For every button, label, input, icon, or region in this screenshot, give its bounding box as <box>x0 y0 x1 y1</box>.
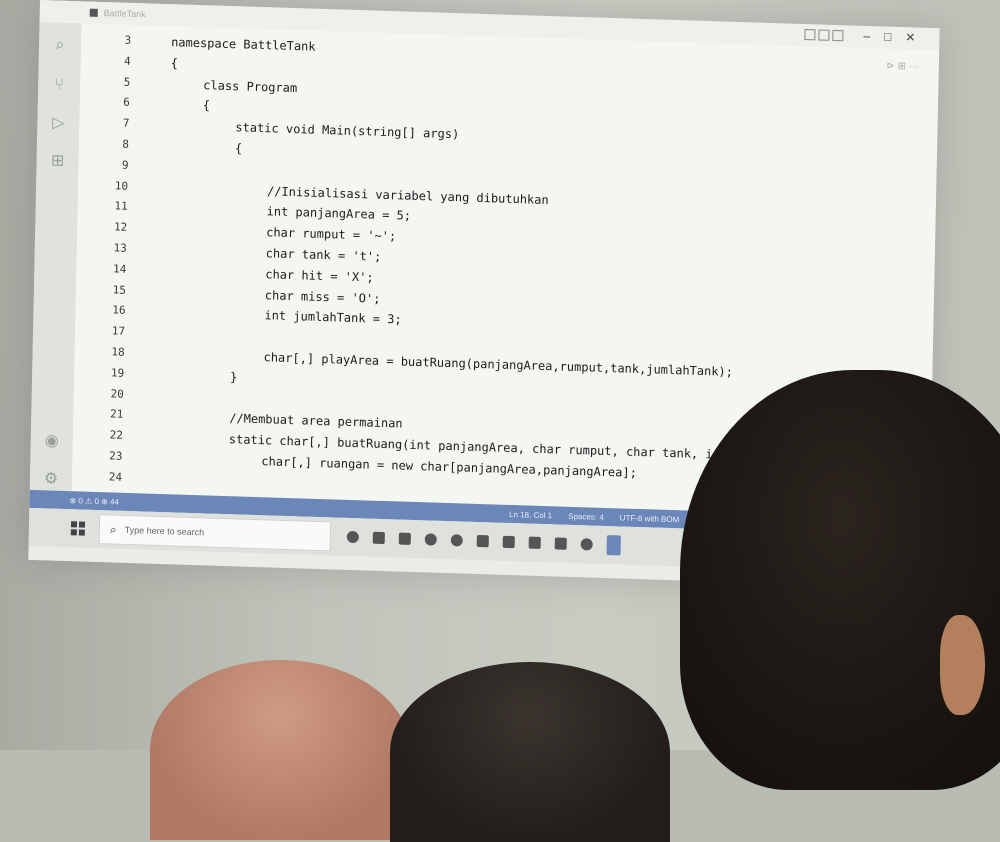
photos-icon[interactable] <box>528 536 541 549</box>
taskbar-apps <box>346 527 621 556</box>
line-number: 23 <box>109 449 123 463</box>
taskbar-search-box[interactable]: ⌕ Type here to search <box>98 514 332 552</box>
line-number: 13 <box>113 241 127 255</box>
editor-actions[interactable]: ⊳ ⊞ ··· <box>886 61 919 73</box>
windows-start-icon[interactable] <box>70 521 86 536</box>
vscode-taskbar-icon[interactable] <box>606 535 621 556</box>
audience-head-center <box>390 662 670 842</box>
code-lines: 3 namespace BattleTank 4{5 class Program 6{7… <box>71 29 750 528</box>
line-text: } <box>230 369 238 385</box>
line-text: { <box>234 141 243 156</box>
audience-head-left <box>150 660 410 840</box>
store-icon[interactable] <box>502 535 515 549</box>
run-debug-icon[interactable]: ▷ <box>49 114 67 133</box>
gear-icon[interactable]: ⚙ <box>42 470 60 489</box>
line-number: 6 <box>123 96 131 110</box>
task-view-icon[interactable] <box>372 531 385 545</box>
window-title: BattleTank <box>103 8 146 20</box>
line-number: 24 <box>108 470 123 484</box>
indentation-setting[interactable]: Spaces: 4 <box>568 511 604 521</box>
line-number: 14 <box>113 262 127 276</box>
line-number: 11 <box>114 199 128 214</box>
file-encoding[interactable]: UTF-8 with BOM <box>620 513 680 524</box>
line-number: 3 <box>124 33 132 47</box>
layout-panel-icon[interactable] <box>818 29 830 41</box>
line-number: 4 <box>123 54 131 68</box>
line-number: 9 <box>121 158 129 172</box>
search-icon[interactable]: ⌕ <box>51 36 69 55</box>
settings-app-icon[interactable] <box>580 538 593 551</box>
line-number: 15 <box>112 282 127 297</box>
search-placeholder: Type here to search <box>124 524 205 538</box>
line-number: 22 <box>109 428 124 442</box>
minimize-button[interactable]: – <box>863 29 870 43</box>
line-text <box>164 386 230 409</box>
layout-sidebar-icon[interactable] <box>804 29 816 41</box>
cortana-icon[interactable] <box>346 530 359 544</box>
line-number: 7 <box>122 116 130 131</box>
close-button[interactable]: ✕ <box>905 30 915 44</box>
mail-icon[interactable] <box>476 534 489 548</box>
source-control-icon[interactable]: ⑂ <box>50 76 68 95</box>
layout-secondary-icon[interactable] <box>832 29 844 42</box>
extensions-icon[interactable]: ⊞ <box>48 152 66 171</box>
app-icon[interactable] <box>554 537 567 550</box>
browser-icon[interactable] <box>424 533 437 546</box>
line-number: 17 <box>111 324 126 338</box>
line-number: 12 <box>113 220 128 235</box>
maximize-button[interactable]: □ <box>884 30 892 44</box>
line-number: 20 <box>110 386 124 401</box>
window-controls: – □ ✕ <box>863 29 915 45</box>
line-number: 16 <box>112 303 126 318</box>
line-number: 10 <box>114 179 129 193</box>
line-number: 21 <box>109 407 124 422</box>
search-icon: ⌕ <box>109 521 117 537</box>
vscode-app-icon <box>89 8 98 17</box>
chrome-icon[interactable] <box>450 534 463 547</box>
audience-ear <box>940 615 985 715</box>
account-icon[interactable]: ◉ <box>43 432 61 451</box>
line-number: 8 <box>122 137 130 151</box>
line-number: 5 <box>123 75 131 89</box>
layout-toggle-group[interactable] <box>804 29 844 42</box>
line-text: { <box>170 55 179 71</box>
cursor-position[interactable]: Ln 18, Col 1 <box>509 509 552 519</box>
line-number: 18 <box>111 345 125 359</box>
file-explorer-icon[interactable] <box>398 532 411 545</box>
line-number: 19 <box>110 366 125 380</box>
audience-head-right <box>680 370 1000 790</box>
line-text: { <box>202 98 211 113</box>
problems-indicator[interactable]: ⊗ 0 ⚠ 0 ⊕ 44 <box>69 496 119 507</box>
